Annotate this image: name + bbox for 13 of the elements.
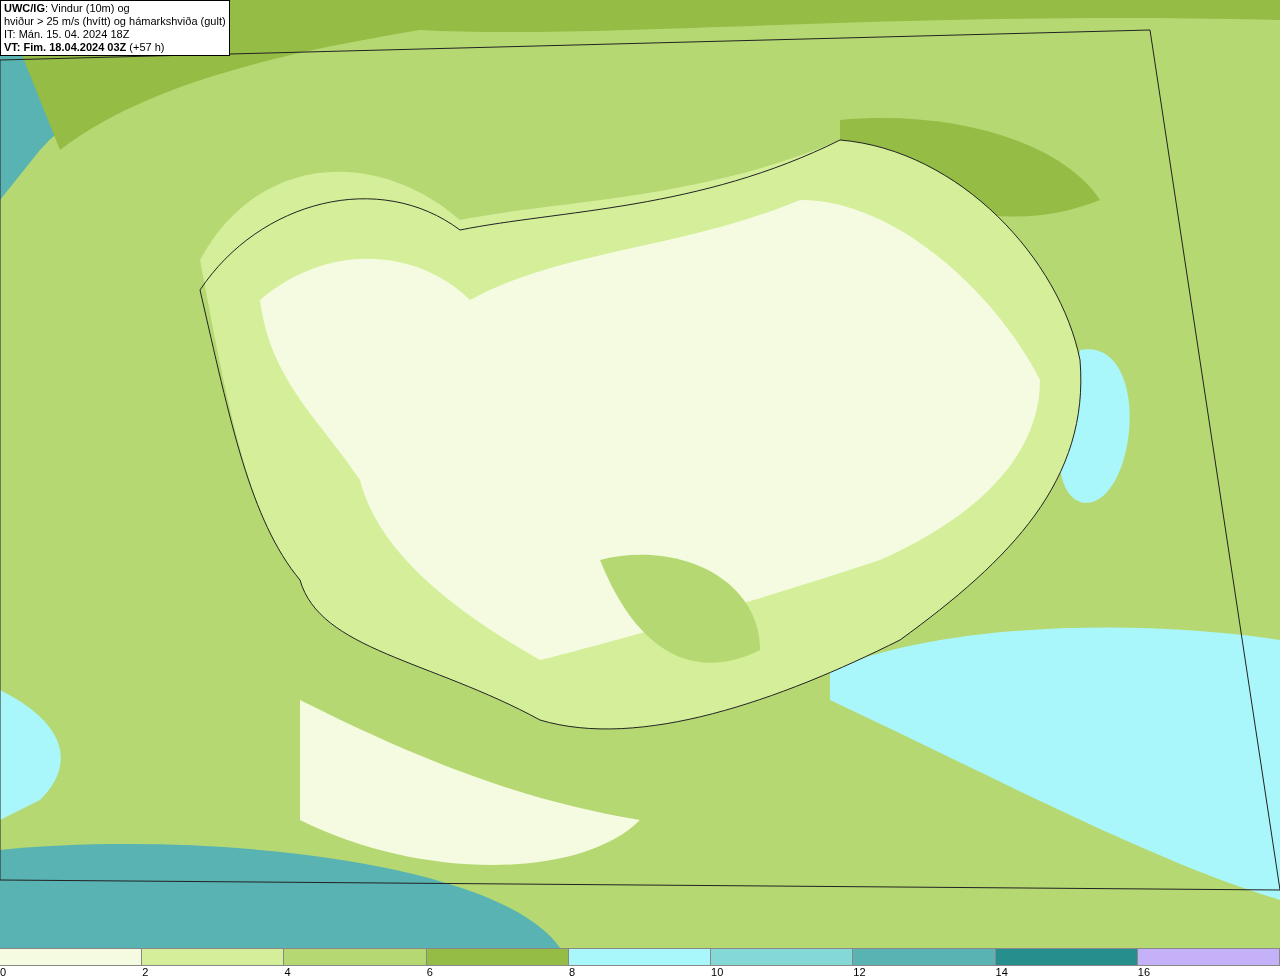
scale-label: 6 bbox=[426, 966, 433, 978]
scale-label: 0 bbox=[0, 966, 7, 978]
scale-label: 12 bbox=[853, 966, 866, 978]
scale-label: 14 bbox=[995, 966, 1008, 978]
title-line: hviður > 25 m/s (hvítt) og hámarkshviða (gult) bbox=[4, 15, 226, 28]
scale-label: 16 bbox=[1137, 966, 1150, 978]
scale-label: 4 bbox=[284, 966, 291, 978]
title-line: VT: Fim. 18.04.2024 03Z (+57 h) bbox=[4, 41, 166, 54]
scale-label: 10 bbox=[711, 966, 724, 978]
scale-label: 2 bbox=[142, 966, 149, 978]
title-line: IT: Mán. 15. 04. 2024 18Z bbox=[4, 28, 131, 41]
title-line: UWC/IG: Vindur (10m) og bbox=[4, 2, 131, 15]
scale-label: 8 bbox=[568, 966, 575, 978]
